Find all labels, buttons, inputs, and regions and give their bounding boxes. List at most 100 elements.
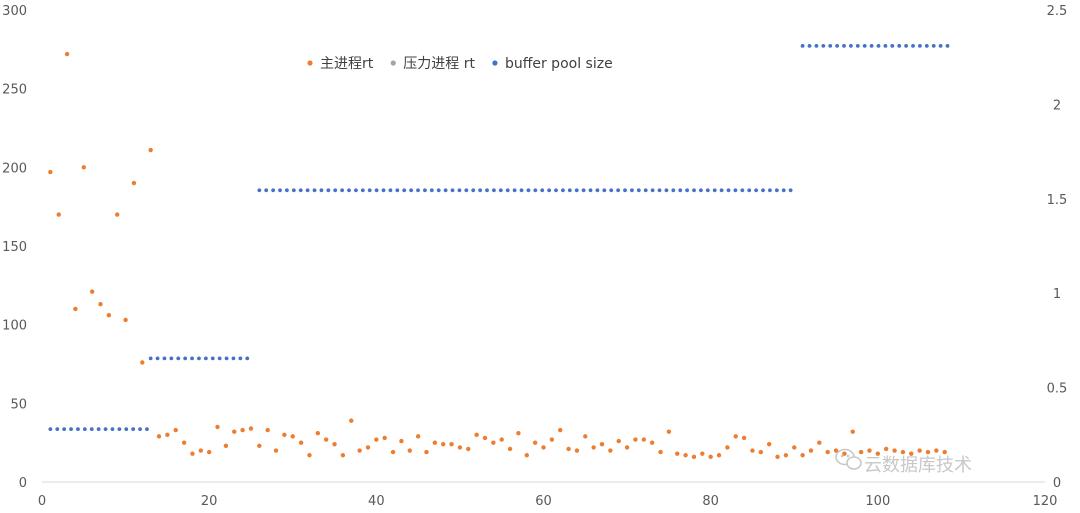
y2-tick-label: 0 [1053,476,1061,491]
data-point [758,449,764,455]
data-point [165,432,170,437]
data-point [450,188,455,193]
data-point [931,43,936,48]
data-point [140,360,145,365]
data-point [766,442,772,447]
data-point [367,188,372,193]
data-point [712,188,717,193]
legend-item: 压力进程 rt [390,56,475,72]
data-point [298,188,303,193]
y-tick-label: 50 [10,397,27,412]
data-point [700,451,705,456]
data-point [754,188,759,193]
data-point [505,188,510,193]
wechat-icon [835,448,862,470]
data-point [876,43,881,48]
data-point [148,356,153,361]
data-point [650,188,655,193]
data-point [360,188,365,193]
data-point [942,449,947,455]
data-point [633,437,638,442]
data-point [491,440,496,445]
data-point [741,435,747,441]
data-point [73,306,78,312]
data-point [257,443,262,449]
data-point [357,448,362,453]
x-tick-label: 60 [535,494,552,509]
x-tick-label: 120 [1033,494,1058,509]
data-point [333,188,338,193]
data-point [699,188,703,193]
legend-label: 主进程rt [320,56,374,72]
data-point [217,356,222,361]
data-point [466,446,471,452]
data-point [365,445,371,450]
legend-label: 压力进程 rt [403,56,475,72]
x-tick-label: 100 [865,494,890,509]
data-point [792,445,797,450]
data-point [683,453,688,458]
data-point [354,188,358,193]
data-point [781,188,786,193]
data-point [48,169,53,175]
data-point [206,449,212,455]
legend-item: 主进程rt [307,56,374,72]
data-point [436,188,441,193]
data-point [675,451,680,456]
data-point [649,440,655,445]
data-point [443,188,448,193]
data-point [498,188,503,193]
data-point [215,424,220,430]
data-point [395,188,400,193]
data-point [240,427,245,433]
data-point [478,188,483,193]
data-point [574,188,579,193]
data-point [124,427,129,432]
data-point [374,437,379,442]
data-point [524,453,529,458]
data-point [457,188,462,193]
series-layer [48,43,950,460]
data-point [148,147,153,153]
x-tick-label: 0 [38,494,46,509]
data-point [155,356,160,361]
data-point [821,43,826,48]
scatter-chart: 0 20 40 60 80 100 120 0 50 100 150 200 250 300 0 0.5 1 1.… [2,4,1067,509]
data-point [788,188,793,193]
data-point [98,302,103,307]
data-point [532,440,538,445]
data-point [808,448,814,453]
y-tick-label: 100 [2,319,27,334]
data-point [223,443,229,449]
data-point [526,188,531,193]
data-point [332,442,337,447]
data-point [106,313,112,318]
data-point [82,427,87,432]
data-point [850,429,855,434]
data-point [464,188,469,193]
data-point [616,438,621,444]
y-tick-label: 150 [2,240,27,255]
data-point [232,429,237,434]
data-point [89,427,94,432]
data-point [423,188,427,193]
data-point [869,43,874,48]
data-point [608,448,613,453]
data-point [583,434,588,439]
data-point [415,434,421,439]
data-point [305,188,310,193]
data-point [231,356,236,361]
data-point [862,43,867,48]
data-point [424,449,429,455]
data-point [315,431,321,436]
data-point [566,446,571,452]
data-point [432,440,438,445]
data-point [176,356,181,361]
data-point [934,448,939,453]
data-point [210,356,215,361]
data-point [938,43,943,48]
data-point [203,356,208,361]
data-point [278,188,282,193]
data-point [842,43,846,48]
data-point [173,427,178,433]
